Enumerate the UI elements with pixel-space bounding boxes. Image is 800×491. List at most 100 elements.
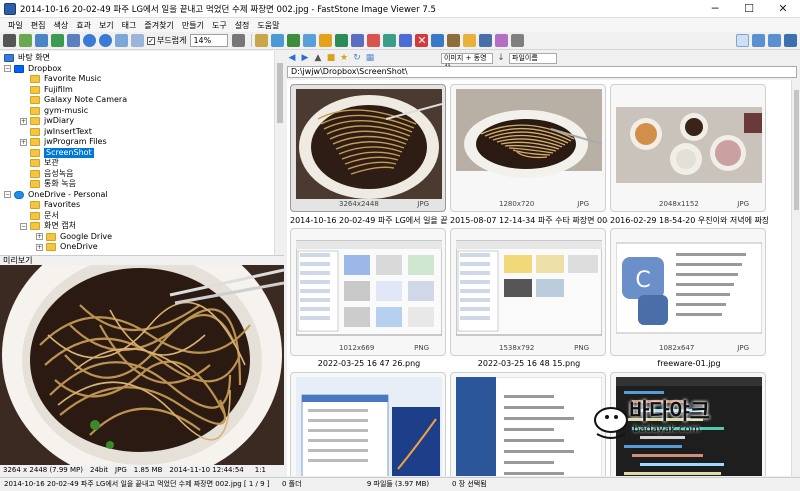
close-button[interactable]: ✕ (766, 0, 800, 18)
tree-item[interactable]: Favorites (20, 200, 80, 210)
thumbnail-item[interactable]: 1538x792 PNG 2022-03-25 16 48 15.png (450, 228, 608, 370)
thumbnail-item[interactable]: 3264x2448 JPG 2014-10-16 20-02-49 파주 LG에서 … (290, 84, 448, 226)
tree-item[interactable]: + Google Drive (36, 232, 112, 242)
move-to-icon[interactable] (367, 34, 381, 47)
layout-2-icon[interactable] (752, 34, 765, 47)
fullscreen-icon[interactable] (784, 34, 797, 47)
tree-item[interactable]: Favorite Music (20, 74, 101, 84)
adjust-colors-icon[interactable] (319, 34, 333, 47)
zoom-out-icon[interactable] (99, 34, 112, 47)
hand-tool-icon[interactable] (232, 34, 246, 47)
thumbnail-item[interactable]: 1012x669 PNG 2022-03-25 16 47 26.png (290, 228, 448, 370)
smooth-checkbox[interactable]: ✓ 부드럽게 (147, 35, 186, 46)
tree-item[interactable]: + jwDiary (20, 116, 74, 126)
menu-3[interactable]: 효과 (72, 20, 95, 31)
tree-item[interactable]: 바탕 화면 (4, 53, 50, 63)
rotate-left-icon[interactable] (255, 34, 269, 47)
layout-1-icon[interactable] (736, 34, 749, 47)
image-icon[interactable] (51, 34, 64, 47)
thumbnail-card[interactable]: 3264x2448 JPG (290, 84, 446, 212)
thumbnail-item[interactable]: C 1082x647 JPG freeware-01.jpg (610, 228, 768, 370)
menu-0[interactable]: 파일 (4, 20, 27, 31)
tree-item[interactable]: + OneDrive (36, 242, 98, 252)
save-icon[interactable] (35, 34, 48, 47)
compare-icon[interactable] (463, 34, 477, 47)
tree-item[interactable]: − Dropbox (4, 64, 62, 74)
forward-icon[interactable]: ▶ (300, 53, 310, 63)
expand-toggle[interactable]: + (36, 233, 43, 240)
menu-9[interactable]: 설정 (231, 20, 254, 31)
zoom-select[interactable]: 14% (190, 34, 229, 47)
actual-size-icon[interactable] (131, 34, 144, 47)
sort-select[interactable]: 파일이름 (509, 52, 557, 64)
batch-icon[interactable] (447, 34, 461, 47)
menu-2[interactable]: 색상 (49, 20, 72, 31)
back-icon[interactable]: ◀ (287, 53, 297, 63)
tree-item[interactable]: − OneDrive - Personal (4, 190, 108, 200)
folder-tree[interactable]: 바탕 화면 − Dropbox Favorite Music Fujifilm Galax… (0, 51, 284, 255)
sort-direction-icon[interactable]: ↓ (496, 53, 506, 63)
print-icon[interactable] (495, 34, 509, 47)
expand-toggle[interactable]: + (20, 138, 27, 146)
thumbnail-card[interactable] (610, 372, 766, 476)
path-field[interactable]: D:\jwjw\Dropbox\ScreenShot\ (287, 66, 797, 78)
tree-item[interactable]: 문서 (20, 211, 59, 221)
slideshow-icon[interactable] (399, 34, 413, 47)
view-icon[interactable]: ▦ (365, 53, 375, 63)
tree-item[interactable]: + jwProgram Files (20, 137, 107, 147)
thumbnail-item[interactable] (610, 372, 768, 476)
crop-icon[interactable] (287, 34, 301, 47)
email-icon[interactable] (431, 34, 445, 47)
menu-7[interactable]: 만들기 (178, 20, 208, 31)
tree-item[interactable]: 통화 녹음 (20, 179, 76, 189)
zoom-in-icon[interactable] (83, 34, 96, 47)
tree-item[interactable]: gym-music (20, 106, 88, 116)
tree-item[interactable]: 보관 (20, 158, 59, 168)
edit-icon[interactable] (67, 34, 80, 47)
expand-toggle[interactable]: + (36, 243, 43, 251)
thumbnail-grid[interactable]: 3264x2448 JPG 2014-10-16 20-02-49 파주 LG에서 … (287, 80, 799, 476)
tree-item[interactable]: − 화면 캡처 (20, 221, 76, 231)
rotate-right-icon[interactable] (271, 34, 285, 47)
grid-scrollbar[interactable] (791, 80, 800, 476)
thumbnail-card[interactable]: 1280x720 JPG (450, 84, 606, 212)
thumbnail-item[interactable]: 1280x720 JPG 2015-08-07 12-14-34 파주 수타 짜장면… (450, 84, 608, 226)
minimize-button[interactable]: ─ (698, 0, 732, 18)
layout-3-icon[interactable] (768, 34, 781, 47)
thumbnail-item[interactable] (450, 372, 608, 476)
expand-toggle[interactable]: + (20, 117, 27, 125)
menu-5[interactable]: 태그 (118, 20, 141, 31)
tree-item[interactable]: jwInsertText (20, 127, 92, 137)
maximize-button[interactable]: ☐ (732, 0, 766, 18)
tree-item[interactable]: ScreenShot (20, 147, 94, 158)
fit-icon[interactable] (115, 34, 128, 47)
menu-6[interactable]: 즐겨찾기 (140, 20, 177, 31)
tree-item[interactable]: Galaxy Note Camera (20, 95, 127, 105)
favorites-icon[interactable]: ★ (339, 53, 349, 63)
view-mode-select[interactable]: 이미지 + 동영상 (441, 52, 493, 71)
thumbnail-item[interactable]: 2048x1152 JPG 2016-02-29 18-54-20 우진이와 저녁에… (610, 84, 768, 226)
resize-icon[interactable] (303, 34, 317, 47)
expand-toggle[interactable]: − (20, 222, 27, 230)
menu-10[interactable]: 도움말 (253, 20, 283, 31)
expand-toggle[interactable]: − (4, 191, 11, 198)
folder-icon[interactable]: ■ (326, 53, 336, 63)
tree-scrollbar[interactable] (274, 51, 284, 255)
open-folder-icon[interactable] (19, 34, 32, 47)
thumbnail-card[interactable]: 2048x1152 JPG (610, 84, 766, 212)
thumbnail-card[interactable]: 1012x669 PNG (290, 228, 446, 356)
menu-4[interactable]: 보기 (95, 20, 118, 31)
thumbnail-item[interactable] (290, 372, 448, 476)
camera-icon[interactable] (3, 34, 16, 47)
rename-icon[interactable] (383, 34, 397, 47)
expand-toggle[interactable]: − (4, 65, 11, 72)
refresh-icon[interactable]: ↻ (352, 53, 362, 63)
thumbnail-card[interactable] (450, 372, 606, 476)
thumbnail-card[interactable]: 1538x792 PNG (450, 228, 606, 356)
effects-icon[interactable] (335, 34, 349, 47)
menu-8[interactable]: 도구 (208, 20, 231, 31)
thumbnail-card[interactable] (290, 372, 446, 476)
tree-item[interactable]: 음성녹음 (20, 169, 73, 179)
menu-1[interactable]: 편집 (27, 20, 50, 31)
copy-to-icon[interactable] (351, 34, 365, 47)
